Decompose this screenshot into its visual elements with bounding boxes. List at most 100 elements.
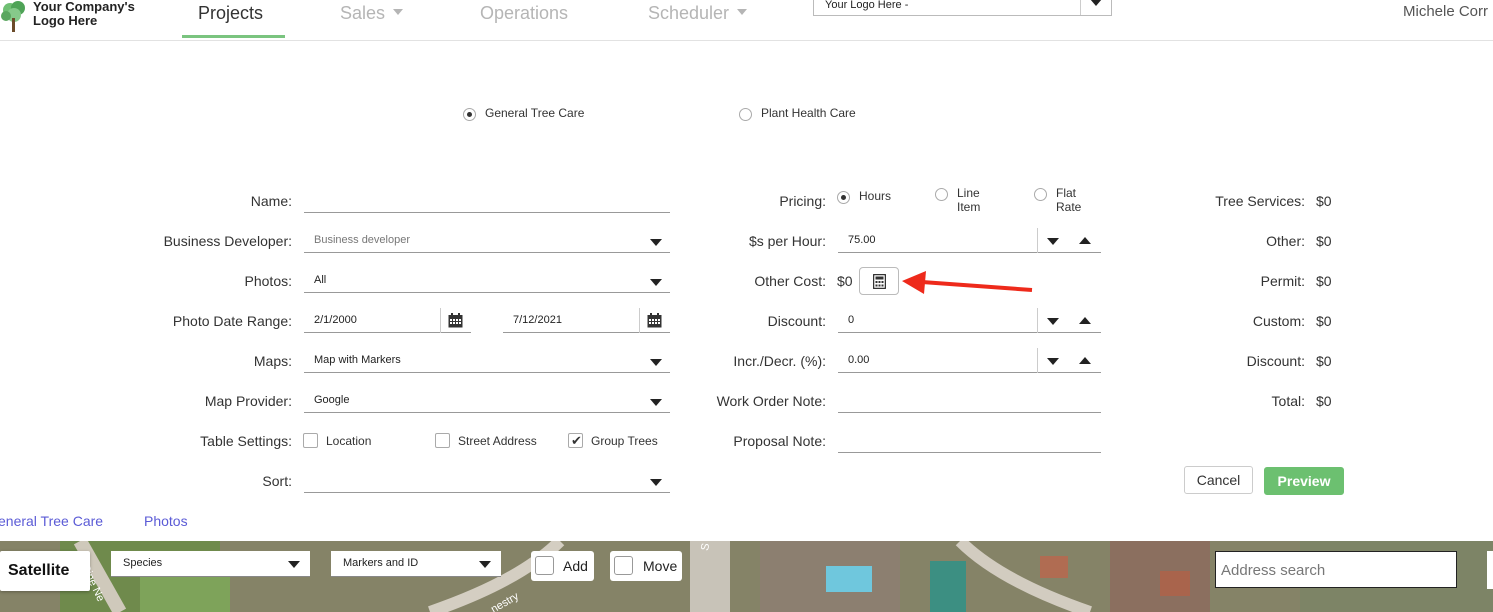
name-input[interactable]	[304, 191, 670, 213]
street-address-checkbox[interactable]	[435, 433, 450, 448]
add-checkbox[interactable]	[535, 556, 554, 575]
check-icon: ✔	[571, 433, 582, 448]
permit-label: Permit:	[1260, 273, 1305, 289]
per-hour-input[interactable]: 75.00	[838, 231, 1101, 253]
date-from-value: 2/1/2000	[314, 314, 357, 326]
tab-general-tree-care[interactable]: eneral Tree Care	[0, 513, 103, 529]
tab-operations[interactable]: Operations	[480, 3, 568, 24]
pricing-line-item-label[interactable]: Line Item	[957, 186, 980, 214]
maps-label: Maps:	[253, 353, 292, 369]
discount-input[interactable]: 0	[838, 311, 1101, 333]
photos-label: Photos:	[244, 273, 292, 289]
group-trees-checkbox[interactable]: ✔	[568, 433, 583, 448]
incr-decr-divider	[1037, 348, 1038, 373]
date-to-value: 7/12/2021	[513, 314, 562, 326]
permit-value: $0	[1316, 273, 1332, 289]
species-select-value: Species	[123, 557, 163, 569]
photos-select[interactable]: All	[304, 271, 670, 293]
chevron-down-icon	[1090, 0, 1102, 6]
maps-value: Map with Markers	[314, 354, 401, 366]
name-label: Name:	[250, 193, 292, 209]
business-developer-select[interactable]: Business developer	[304, 231, 670, 253]
preview-button[interactable]: Preview	[1264, 467, 1344, 495]
line-item-label-2: Item	[957, 200, 981, 214]
cancel-button[interactable]: Cancel	[1184, 466, 1253, 494]
tab-scheduler-label: Scheduler	[648, 3, 730, 23]
location-checkbox[interactable]	[303, 433, 318, 448]
tab-sales[interactable]: Sales	[340, 3, 404, 24]
pricing-hours-radio[interactable]	[837, 191, 850, 204]
business-developer-label: Business Developer:	[163, 233, 292, 249]
per-hour-value: 75.00	[848, 234, 876, 246]
decrement-icon[interactable]	[1047, 318, 1059, 325]
increment-icon[interactable]	[1079, 237, 1091, 244]
calculator-button[interactable]	[859, 267, 899, 295]
pricing-flat-rate-label[interactable]: Flat Rate	[1056, 186, 1081, 214]
pricing-line-item-radio[interactable]	[935, 188, 948, 201]
company-select-value: Your Logo Here -	[825, 0, 909, 11]
tree-services-value: $0	[1316, 193, 1332, 209]
markers-select-value: Markers and ID	[343, 557, 419, 569]
street-address-label[interactable]: Street Address	[458, 434, 537, 448]
satellite-toggle-button[interactable]: Satellite	[0, 551, 90, 591]
photo-date-range-label: Photo Date Range:	[172, 313, 292, 329]
discount-total-value: $0	[1316, 353, 1332, 369]
move-checkbox[interactable]	[614, 556, 633, 575]
proposal-note-input[interactable]	[838, 431, 1101, 453]
satellite-toggle-label: Satellite	[8, 562, 70, 579]
per-hour-divider	[1037, 228, 1038, 253]
markers-select[interactable]: Markers and ID	[331, 551, 501, 577]
table-settings-label: Table Settings:	[200, 433, 292, 449]
custom-label: Custom:	[1252, 313, 1305, 329]
company-logo-text[interactable]: Your Company's Logo Here	[33, 0, 153, 28]
tab-projects[interactable]: Projects	[198, 3, 263, 24]
general-tree-care-radio[interactable]	[463, 108, 476, 121]
incr-decr-input[interactable]: 0.00	[838, 351, 1101, 373]
calendar-icon[interactable]	[647, 313, 662, 328]
other-cost-value: $0	[837, 273, 853, 289]
address-search-input[interactable]: Address search	[1215, 551, 1457, 588]
decrement-icon[interactable]	[1047, 238, 1059, 245]
chevron-down-icon	[288, 561, 300, 568]
line-item-label-1: Line	[957, 186, 980, 200]
species-select[interactable]: Species	[111, 551, 310, 577]
location-label[interactable]: Location	[326, 434, 371, 448]
date-to-input[interactable]: 7/12/2021	[503, 311, 670, 333]
add-toggle[interactable]: Add	[531, 551, 594, 581]
per-hour-label: $s per Hour:	[748, 233, 826, 249]
total-value: $0	[1316, 393, 1332, 409]
tab-operations-label: Operations	[480, 3, 569, 23]
plant-health-care-label[interactable]: Plant Health Care	[761, 106, 856, 120]
logo-line-1: Your Company's	[33, 0, 135, 14]
add-label: Add	[563, 558, 588, 574]
map-provider-select[interactable]: Google	[304, 391, 670, 413]
tree-services-label: Tree Services:	[1215, 193, 1305, 209]
general-tree-care-label[interactable]: General Tree Care	[485, 106, 584, 120]
incr-decr-value: 0.00	[848, 354, 870, 366]
business-developer-placeholder: Business developer	[314, 234, 411, 246]
map-control-edge[interactable]	[1487, 551, 1493, 589]
plant-health-care-radio[interactable]	[739, 108, 752, 121]
decrement-icon[interactable]	[1047, 358, 1059, 365]
pricing-hours-label[interactable]: Hours	[859, 189, 891, 203]
maps-select[interactable]: Map with Markers	[304, 351, 670, 373]
work-order-note-label: Work Order Note:	[716, 393, 826, 409]
sort-label: Sort:	[262, 473, 292, 489]
address-search-placeholder: Address search	[1221, 562, 1326, 579]
date-from-divider	[440, 308, 441, 333]
calendar-icon[interactable]	[448, 313, 463, 328]
group-trees-label[interactable]: Group Trees	[591, 434, 658, 448]
sort-select[interactable]	[304, 471, 670, 493]
user-menu[interactable]: Michele Corr	[1403, 3, 1488, 20]
pricing-label: Pricing:	[779, 193, 826, 209]
work-order-note-input[interactable]	[838, 391, 1101, 413]
tab-scheduler[interactable]: Scheduler	[648, 3, 748, 24]
date-from-input[interactable]: 2/1/2000	[304, 311, 471, 333]
flat-rate-label-2: Rate	[1056, 200, 1082, 214]
increment-icon[interactable]	[1079, 317, 1091, 324]
pricing-flat-rate-radio[interactable]	[1034, 188, 1047, 201]
move-toggle[interactable]: Move	[610, 551, 682, 581]
tab-photos[interactable]: Photos	[144, 513, 188, 529]
company-select[interactable]: Your Logo Here -	[813, 0, 1112, 16]
increment-icon[interactable]	[1079, 357, 1091, 364]
